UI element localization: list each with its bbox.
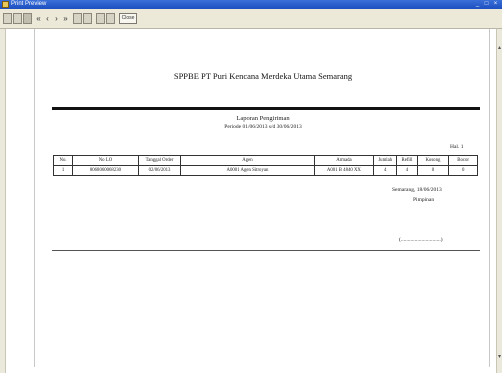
maximize-button[interactable]: □	[482, 1, 491, 8]
cell-fleet: A001 B 4840 XX	[313, 165, 375, 176]
company-name: SPPBE PT Puri Kencana Merdeka Utama Sema…	[173, 71, 353, 81]
close-window-button[interactable]: ×	[491, 1, 500, 8]
delivery-table: No. No LO Tanggal Order Agen Armada Juml…	[52, 155, 478, 176]
cell-refill: 4	[396, 165, 418, 176]
report-period: Periode 01/06/2013 s/d 30/06/2013	[224, 124, 302, 130]
header-divider	[52, 107, 480, 110]
minimize-button[interactable]: _	[473, 1, 482, 8]
cell-no-lo: 8068060068230	[72, 165, 139, 176]
cell-order-date: 02/06/2013	[137, 165, 182, 176]
print-icon[interactable]	[73, 13, 82, 24]
page-width-icon[interactable]	[13, 13, 22, 24]
signature-role: Pimpinan	[413, 197, 435, 203]
save-icon[interactable]	[96, 13, 105, 24]
col-header-agent: Agen	[180, 155, 315, 166]
table-row: 1 8068060068230 02/06/2013 A0001 Agen Si…	[52, 165, 478, 176]
col-header-quantity: Jumlah	[373, 155, 398, 166]
app-icon	[2, 1, 9, 8]
report-title: Laporan Pengiriman	[236, 115, 290, 122]
left-gutter	[0, 29, 6, 373]
signature-line: (.............................)	[399, 237, 443, 243]
whole-page-icon[interactable]	[3, 13, 12, 24]
footer-divider	[52, 250, 480, 251]
first-page-icon[interactable]: «	[35, 13, 42, 24]
cell-agent: A0001 Agen Sitroyan	[180, 165, 315, 176]
previous-page-icon[interactable]: ‹	[44, 13, 51, 24]
table-header-row: No. No LO Tanggal Order Agen Armada Juml…	[52, 155, 478, 166]
printer-setup-icon[interactable]	[83, 13, 92, 24]
col-header-fleet: Armada	[313, 155, 375, 166]
page-number: Hal. 1	[450, 144, 464, 150]
cell-empty: 0	[416, 165, 450, 176]
cell-quantity: 4	[373, 165, 398, 176]
close-preview-button[interactable]: Close	[119, 13, 137, 24]
col-header-no-lo: No LO	[72, 155, 139, 166]
col-header-no: No.	[52, 155, 74, 166]
window-title: Print Preview	[11, 1, 47, 7]
col-header-empty: Kosong	[416, 155, 450, 166]
cell-no: 1	[52, 165, 74, 176]
col-header-order-date: Tanggal Order	[137, 155, 182, 166]
open-icon[interactable]	[106, 13, 115, 24]
col-header-leak: Bocor	[448, 155, 478, 166]
preview-toolbar: « ‹ › » Close	[0, 9, 502, 29]
scroll-up-arrow-icon[interactable]: ▴	[498, 45, 501, 51]
next-page-icon[interactable]: ›	[53, 13, 60, 24]
cell-leak: 0	[448, 165, 478, 176]
scroll-down-arrow-icon[interactable]: ▾	[498, 354, 501, 360]
report-page: SPPBE PT Puri Kencana Merdeka Utama Sema…	[34, 29, 490, 367]
actual-size-icon[interactable]	[23, 13, 32, 24]
vertical-scrollbar[interactable]: ▴ ▾	[496, 29, 502, 373]
col-header-refill: Refill	[396, 155, 418, 166]
title-bar: Print Preview _ □ ×	[0, 0, 502, 9]
last-page-icon[interactable]: »	[62, 13, 69, 24]
signature-city-date: Semarang, 18/06/2013	[392, 187, 442, 193]
